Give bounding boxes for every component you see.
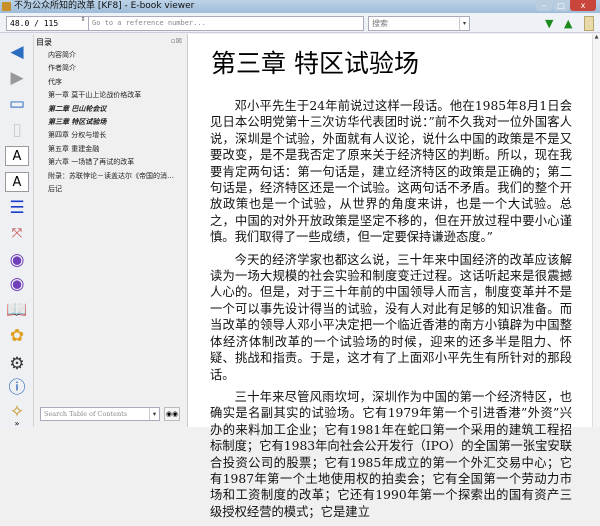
- toc-item-current[interactable]: 第三章 特区试验场: [48, 116, 174, 129]
- title-bar: 不为公众所知的改革 [KF8] - E-book viewer – □ x: [0, 0, 600, 13]
- left-toolbar: ◀ ▶ ▭ ▯ A A ☰ ⤧ ◉ ◉ 📖 ✿ ⚙ ⓘ ✧ »: [0, 34, 34, 428]
- toc-item[interactable]: 代序: [48, 76, 174, 89]
- find-next-icon[interactable]: ▼: [545, 18, 553, 29]
- toc-panel: 目录 ▫☒ 内容简介 作者简介 代序 第一章 莫干山上论战价格改革 第二章 巴山…: [34, 34, 186, 427]
- theme-icon[interactable]: ✿: [5, 326, 29, 346]
- next-page-icon[interactable]: ◉: [5, 274, 29, 294]
- toc-search-input[interactable]: Search Table of Contents ▾: [40, 407, 160, 421]
- paragraph: 今天的经济学家也都这么说，三十年来中国经济的改革应该解读为一场大规模的社会实验和…: [210, 252, 572, 382]
- copy-icon[interactable]: ▯: [5, 120, 29, 140]
- paragraph: 三十年来尽管风雨坎坷，深圳作为中国的第一个经济特区，也确实是名副其实的试验场。它…: [210, 389, 572, 519]
- forward-icon[interactable]: ▶: [5, 68, 29, 88]
- paragraph: 邓小平先生于24年前说过这样一段话。他在1985年8月1日会见日本公明党第十三次…: [210, 99, 572, 245]
- toc-item[interactable]: 作者简介: [48, 62, 174, 75]
- close-button[interactable]: x: [570, 0, 596, 11]
- find-previous-icon[interactable]: ▲: [564, 18, 572, 29]
- toc-item[interactable]: 附录：苏联悖论－读盖达尔《帝国的消…: [48, 170, 174, 183]
- toc-list: 内容简介 作者简介 代序 第一章 莫干山上论战价格改革 第二章 巴山轮会议 第三…: [48, 49, 174, 196]
- book-content: 第三章 特区试验场 邓小平先生于24年前说过这样一段话。他在1985年8月1日会…: [187, 34, 592, 519]
- scroll-icon[interactable]: [584, 16, 594, 31]
- font-larger-icon[interactable]: A: [5, 146, 29, 166]
- toc-title: 目录: [36, 38, 52, 47]
- library-icon[interactable]: ▭: [5, 94, 29, 114]
- toc-item-current[interactable]: 第二章 巴山轮会议: [48, 103, 174, 116]
- toc-toggle-icon[interactable]: ☰: [5, 198, 29, 218]
- toc-item[interactable]: 后记: [48, 183, 174, 196]
- toc-item[interactable]: 第五章 重建金融: [48, 143, 174, 156]
- search-value: 搜索: [372, 19, 388, 28]
- app-icon: [2, 2, 11, 11]
- minimize-button[interactable]: –: [536, 0, 552, 11]
- toc-item[interactable]: 内容简介: [48, 49, 174, 62]
- toc-item[interactable]: 第一章 莫干山上论战价格改革: [48, 89, 174, 102]
- binoculars-icon[interactable]: ◉◉: [164, 407, 180, 421]
- toc-search-placeholder: Search Table of Contents: [44, 410, 128, 418]
- preferences-icon[interactable]: ⚙: [5, 354, 29, 374]
- back-icon[interactable]: ◀: [5, 42, 29, 62]
- reference-input[interactable]: Go to a reference number...: [88, 16, 364, 31]
- chevron-down-icon[interactable]: ▾: [459, 17, 469, 30]
- fullscreen-icon[interactable]: ⤧: [5, 224, 29, 244]
- previous-page-icon[interactable]: ◉: [5, 250, 29, 270]
- toc-item[interactable]: 第六章 一场错了再试的改革: [48, 156, 174, 169]
- maximize-button[interactable]: □: [553, 0, 569, 11]
- chapter-heading: 第三章 特区试验场: [211, 49, 419, 78]
- toc-item[interactable]: 第四章 分权与增长: [48, 129, 174, 142]
- window-title: 不为公众所知的改革 [KF8] - E-book viewer: [14, 1, 195, 11]
- info-icon[interactable]: ⓘ: [5, 378, 29, 398]
- toc-panel-controls[interactable]: ▫☒: [171, 37, 182, 45]
- top-toolbar: 48.0 / 115 ⇕ Go to a reference number...…: [0, 13, 600, 33]
- search-combo[interactable]: 搜索 ▾: [368, 16, 470, 31]
- chevron-down-icon[interactable]: ▾: [149, 408, 159, 420]
- font-smaller-icon[interactable]: A: [5, 172, 29, 192]
- bookmark-icon[interactable]: 📖: [5, 300, 29, 320]
- vertical-scrollbar[interactable]: ▲: [592, 34, 600, 427]
